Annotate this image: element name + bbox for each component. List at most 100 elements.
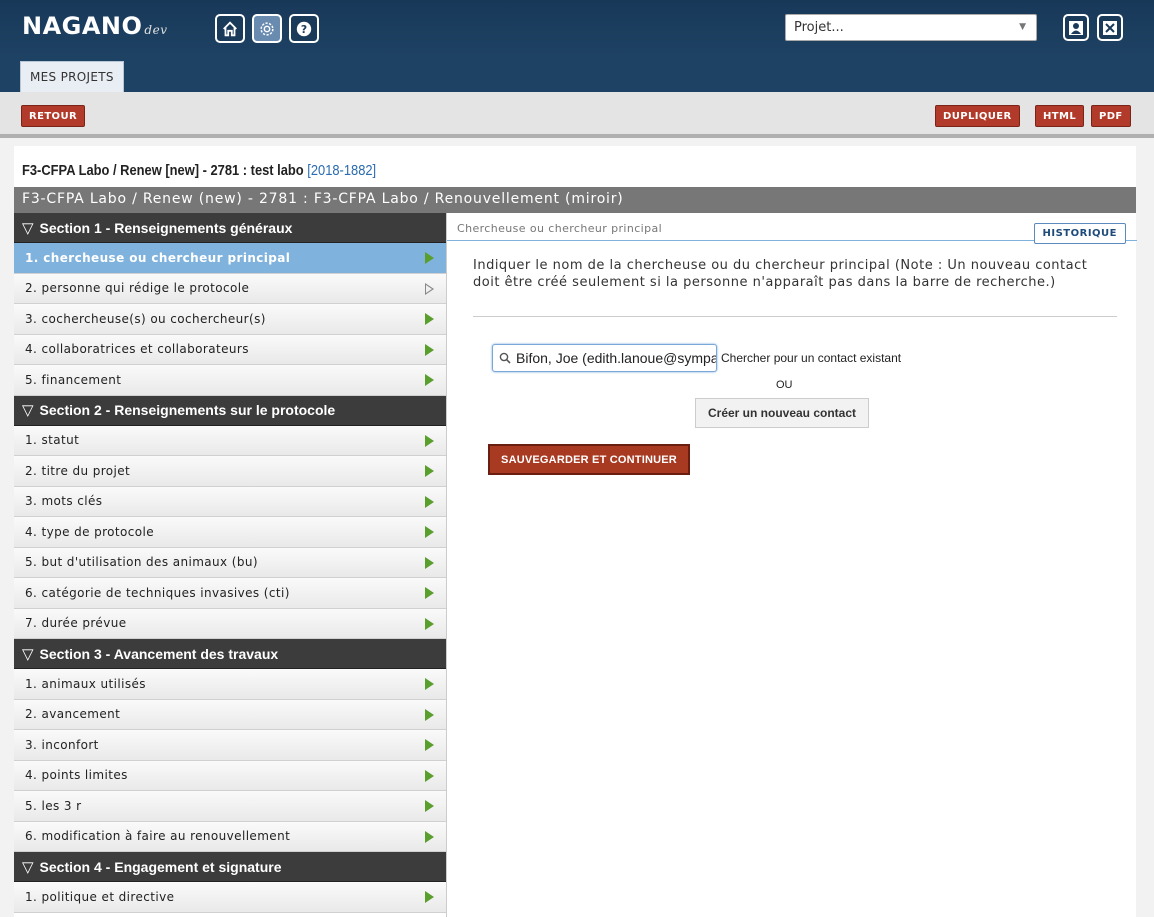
sidebar-item-redige-protocole[interactable]: 2. personne qui rédige le protocole	[14, 273, 446, 304]
search-input-value: Bifon, Joe (edith.lanoue@sympatico.ca)	[516, 350, 717, 366]
triangle-down-icon: ▽	[22, 219, 34, 237]
play-arrow-outline-icon	[425, 282, 434, 295]
sidebar-item-politique[interactable]: 1. politique et directive	[14, 882, 446, 913]
sidebar-item-mots-cles[interactable]: 3. mots clés	[14, 486, 446, 517]
play-arrow-icon	[425, 313, 434, 325]
play-arrow-icon	[425, 556, 434, 569]
sidebar-item-cochercheurs[interactable]: 3. cochercheuse(s) ou cochercheur(s)	[14, 304, 446, 335]
home-icon	[223, 20, 237, 36]
sidebar-item-categorie-techniques[interactable]: 6. catégorie de techniques invasives (ct…	[14, 578, 446, 609]
sidebar-item-label: 2. personne qui rédige le protocole	[25, 281, 250, 296]
sidebar-item-financement[interactable]: 5. financement	[14, 365, 446, 396]
divider	[473, 316, 1117, 317]
section-header-3[interactable]: ▽ Section 3 - Avancement des travaux	[14, 639, 446, 669]
action-bar: RETOUR DUPLIQUER HTML PDF	[0, 92, 1154, 138]
app-window: NAGANO dev ? Projet... ▼ MES PROJETS RETO…	[0, 0, 1154, 917]
sidebar-item-type-protocole[interactable]: 4. type de protocole	[14, 517, 446, 548]
help-icon: ?	[296, 21, 312, 36]
search-icon	[499, 352, 511, 364]
play-arrow-icon	[425, 739, 434, 751]
sidebar-item-label: 1. animaux utilisés	[25, 676, 146, 691]
sidebar-item-label: 4. points limites	[25, 768, 128, 783]
sidebar-item-label: 4. collaboratrices et collaborateurs	[25, 342, 249, 357]
new-contact-button[interactable]: Créer un nouveau contact	[695, 398, 869, 428]
logo-suffix: dev	[144, 23, 168, 37]
play-arrow-icon	[425, 343, 434, 356]
sidebar-item-collaborateurs[interactable]: 4. collaboratrices et collaborateurs	[14, 334, 446, 365]
section-title: Section 2 - Renseignements sur le protoc…	[39, 402, 336, 418]
sidebar-item-duree-prevue[interactable]: 7. durée prévue	[14, 608, 446, 639]
duplicate-button[interactable]: DUPLIQUER	[935, 105, 1020, 127]
project-subtitle-bar: F3-CFPA Labo / Renew (new) - 2781 : F3-C…	[14, 187, 1136, 213]
play-arrow-icon	[425, 678, 434, 690]
section-header-2[interactable]: ▽ Section 2 - Renseignements sur le proto…	[14, 395, 446, 426]
play-arrow-icon	[425, 374, 434, 386]
search-label: Chercher pour un contact existant	[721, 351, 902, 365]
project-select[interactable]: Projet... ▼	[785, 14, 1037, 41]
project-code: [2018-1882]	[307, 162, 377, 179]
play-arrow-icon	[425, 830, 434, 843]
sidebar-item-label: 3. mots clés	[25, 494, 103, 509]
play-arrow-icon	[425, 495, 434, 508]
play-arrow-icon	[425, 526, 434, 538]
section-header-1[interactable]: ▽ Section 1 - Renseignements généraux	[14, 213, 446, 243]
sidebar-item-inconfort[interactable]: 3. inconfort	[14, 730, 446, 761]
triangle-down-icon: ▽	[22, 645, 34, 663]
chevron-down-icon: ▼	[1019, 22, 1026, 32]
question-title: Chercheuse ou chercheur principal	[457, 222, 663, 235]
help-button[interactable]: ?	[289, 14, 319, 43]
triangle-down-icon: ▽	[22, 858, 34, 876]
sidebar-item-statut[interactable]: 1. statut	[14, 425, 446, 456]
triangle-down-icon: ▽	[22, 402, 34, 419]
play-arrow-icon	[425, 465, 434, 477]
sidebar-item-label: 5. but d'utilisation des animaux (bu)	[25, 555, 258, 570]
settings-button[interactable]	[252, 14, 282, 43]
main-panel: Chercheuse ou chercheur principal HISTOR…	[446, 213, 1137, 917]
sidebar-item-modification[interactable]: 6. modification à faire au renouvellemen…	[14, 821, 446, 852]
section-header-4[interactable]: ▽ Section 4 - Engagement et signature	[14, 852, 446, 882]
sidebar-item-label: 2. avancement	[25, 707, 121, 722]
sidebar-item-label: 1. politique et directive	[25, 889, 175, 904]
home-button[interactable]	[215, 14, 245, 43]
play-arrow-icon	[425, 800, 434, 812]
sidebar-item-avancement[interactable]: 2. avancement	[14, 699, 446, 730]
app-logo[interactable]: NAGANO dev	[22, 12, 167, 40]
play-arrow-icon	[425, 252, 434, 264]
back-button[interactable]: RETOUR	[21, 105, 86, 127]
history-button[interactable]: HISTORIQUE	[1033, 223, 1126, 244]
section-title: Section 4 - Engagement et signature	[39, 858, 282, 875]
user-profile-button[interactable]	[1063, 14, 1089, 41]
sidebar-item-titre-projet[interactable]: 2. titre du projet	[14, 456, 446, 487]
sidebar-item-label: 1. chercheuse ou chercheur principal	[25, 250, 291, 265]
sidebar-item-but-utilisation[interactable]: 5. but d'utilisation des animaux (bu)	[14, 547, 446, 578]
sidebar-item-points-limites[interactable]: 4. points limites	[14, 760, 446, 791]
play-arrow-icon	[425, 434, 434, 447]
play-arrow-icon	[425, 769, 434, 782]
page-title: F3-CFPA Labo / Renew [new] - 2781 : test…	[22, 162, 376, 179]
instruction-text: Indiquer le nom de la chercheuse ou du c…	[473, 258, 1088, 290]
sidebar-item-label: 6. modification à faire au renouvellemen…	[25, 829, 291, 844]
sidebar-item-label: 1. statut	[25, 433, 80, 448]
tab-strip: MES PROJETS	[0, 56, 1154, 92]
sidebar-item-animaux-utilises[interactable]: 1. animaux utilisés	[14, 669, 446, 700]
user-icon	[1069, 20, 1083, 35]
sidebar-item-label: 3. inconfort	[25, 737, 99, 752]
sidebar-item-chercheur-principal[interactable]: 1. chercheuse ou chercheur principal	[14, 243, 446, 274]
top-bar: NAGANO dev ? Projet... ▼	[0, 0, 1154, 56]
play-arrow-icon	[425, 891, 434, 903]
tab-mes-projets[interactable]: MES PROJETS	[20, 61, 124, 92]
pdf-button[interactable]: PDF	[1091, 105, 1131, 127]
close-icon	[1103, 20, 1117, 35]
play-arrow-icon	[425, 617, 434, 630]
play-arrow-icon	[425, 587, 434, 599]
logout-button[interactable]	[1097, 14, 1123, 41]
section-title: Section 1 - Renseignements généraux	[39, 219, 293, 236]
html-button[interactable]: HTML	[1035, 105, 1085, 127]
contact-search-input[interactable]: Bifon, Joe (edith.lanoue@sympatico.ca)	[492, 344, 717, 372]
sidebar-item-label: 2. titre du projet	[25, 463, 131, 478]
sidebar-item-label: 3. cochercheuse(s) ou cochercheur(s)	[25, 311, 266, 326]
project-select-value: Projet...	[794, 20, 844, 35]
sidebar-item-label: 7. durée prévue	[25, 616, 127, 631]
save-continue-button[interactable]: SAUVEGARDER ET CONTINUER	[488, 444, 690, 475]
sidebar-item-les-3-r[interactable]: 5. les 3 r	[14, 791, 446, 822]
